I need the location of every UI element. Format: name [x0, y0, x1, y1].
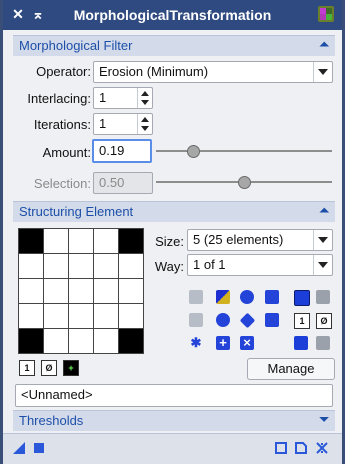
- rotate-icon[interactable]: [240, 290, 254, 304]
- interlacing-value: 1: [99, 90, 107, 105]
- element-cell[interactable]: [44, 279, 68, 303]
- element-cell[interactable]: [44, 229, 68, 253]
- title-bar: ✕ ⌅ MorphologicalTransformation: [3, 0, 342, 30]
- section-label: Morphological Filter: [19, 38, 133, 53]
- amount-value: 0.19: [99, 143, 125, 158]
- expand-icon[interactable]: ⏷: [319, 412, 329, 427]
- size-label: Size:: [155, 234, 184, 249]
- element-cell[interactable]: [119, 229, 143, 253]
- app-logo-icon: [318, 6, 334, 22]
- section-thresholds[interactable]: Thresholds ⏷: [13, 410, 335, 431]
- element-cell[interactable]: [44, 329, 68, 353]
- element-cell[interactable]: [69, 329, 93, 353]
- set-all-one-button[interactable]: 1: [19, 360, 35, 376]
- document-icon[interactable]: [295, 442, 307, 454]
- manage-button[interactable]: Manage: [247, 358, 335, 380]
- element-cell[interactable]: [94, 279, 118, 303]
- way-combo[interactable]: 1 of 1: [187, 254, 333, 276]
- selection-slider: [156, 172, 332, 192]
- morphological-transformation-window: ✕ ⌅ MorphologicalTransformation Morpholo…: [3, 0, 342, 464]
- element-cell[interactable]: [44, 304, 68, 328]
- set-one-icon[interactable]: [265, 290, 279, 304]
- interlacing-spinbox[interactable]: 1: [93, 87, 153, 109]
- chevron-down-icon[interactable]: [313, 230, 332, 250]
- element-cell[interactable]: [19, 254, 43, 278]
- save-icon[interactable]: [294, 336, 308, 350]
- iterations-label: Iterations:: [33, 117, 91, 132]
- element-name-value: <Unnamed>: [21, 387, 93, 402]
- element-cell[interactable]: [119, 329, 143, 353]
- iterations-value: 1: [99, 116, 107, 131]
- element-cell[interactable]: [119, 254, 143, 278]
- copy-icon[interactable]: [294, 290, 310, 306]
- amount-label: Amount:: [42, 145, 91, 160]
- slider-thumb[interactable]: [187, 145, 200, 158]
- element-cell[interactable]: [94, 229, 118, 253]
- collapse-icon[interactable]: ⏶: [319, 203, 329, 218]
- element-name-field[interactable]: <Unnamed>: [15, 384, 333, 407]
- slider-track: [156, 150, 332, 152]
- spin-arrows-icon[interactable]: [137, 88, 152, 108]
- chevron-down-icon[interactable]: [313, 255, 332, 275]
- element-cell[interactable]: [69, 254, 93, 278]
- chevron-down-icon[interactable]: [313, 62, 332, 82]
- apply-global-icon[interactable]: [33, 442, 45, 454]
- selection-value: 0.50: [99, 175, 125, 190]
- way-value: 1 of 1: [193, 257, 226, 272]
- circular-icon[interactable]: [216, 313, 230, 327]
- paste-icon[interactable]: [316, 290, 330, 304]
- window-title: MorphologicalTransformation: [73, 7, 272, 23]
- element-cell[interactable]: [19, 304, 43, 328]
- size-combo[interactable]: 5 (25 elements): [187, 229, 333, 251]
- all-zero-icon[interactable]: Ø: [316, 313, 332, 329]
- star-icon[interactable]: ✱: [189, 336, 203, 350]
- operator-value: Erosion (Minimum): [99, 64, 209, 79]
- iterations-spinbox[interactable]: 1: [93, 113, 153, 135]
- element-cell[interactable]: [19, 329, 43, 353]
- set-all-zero-button[interactable]: Ø: [41, 360, 57, 376]
- x-shape-icon[interactable]: ×: [240, 336, 254, 350]
- load-icon[interactable]: [316, 336, 330, 350]
- all-one-icon[interactable]: 1: [294, 313, 310, 329]
- element-cell[interactable]: [19, 279, 43, 303]
- section-label: Structuring Element: [19, 204, 134, 219]
- element-cell[interactable]: [119, 279, 143, 303]
- reset-icon[interactable]: [316, 442, 328, 454]
- amount-slider[interactable]: [156, 141, 332, 161]
- element-cell[interactable]: [119, 304, 143, 328]
- diamond-icon[interactable]: [239, 312, 256, 329]
- section-morphological-filter[interactable]: Morphological Filter ⏶: [13, 35, 335, 56]
- set-zero-icon[interactable]: [265, 313, 279, 327]
- selection-field: 0.50: [93, 172, 153, 194]
- element-cell[interactable]: [69, 304, 93, 328]
- cross-icon[interactable]: +: [216, 336, 230, 350]
- collapse-icon[interactable]: ⏶: [319, 37, 329, 52]
- section-label: Thresholds: [19, 413, 84, 428]
- element-cell[interactable]: [94, 304, 118, 328]
- structuring-element-grid[interactable]: [18, 228, 144, 354]
- way-label: Way:: [154, 259, 184, 274]
- element-cell[interactable]: [94, 254, 118, 278]
- size-value: 5 (25 elements): [193, 232, 284, 247]
- slider-thumb: [238, 176, 251, 189]
- element-cell[interactable]: [94, 329, 118, 353]
- element-cell[interactable]: [19, 229, 43, 253]
- element-cell[interactable]: [69, 279, 93, 303]
- preview-icon[interactable]: [275, 442, 287, 454]
- element-cell[interactable]: [44, 254, 68, 278]
- section-structuring-element[interactable]: Structuring Element ⏶: [13, 201, 335, 222]
- invert-icon[interactable]: [216, 290, 230, 304]
- interlacing-label: Interlacing:: [27, 91, 91, 106]
- operator-label: Operator:: [36, 64, 91, 79]
- operator-combo[interactable]: Erosion (Minimum): [93, 61, 333, 83]
- amount-field[interactable]: 0.19: [92, 139, 152, 163]
- redo-icon[interactable]: [189, 313, 203, 327]
- element-cell[interactable]: [69, 229, 93, 253]
- center-element-icon[interactable]: +: [63, 360, 79, 376]
- selection-label: Selection:: [33, 176, 91, 191]
- new-instance-icon[interactable]: [13, 442, 25, 454]
- spin-arrows-icon[interactable]: [137, 114, 152, 134]
- undo-icon[interactable]: [189, 290, 203, 304]
- bottom-toolbar: [3, 433, 342, 464]
